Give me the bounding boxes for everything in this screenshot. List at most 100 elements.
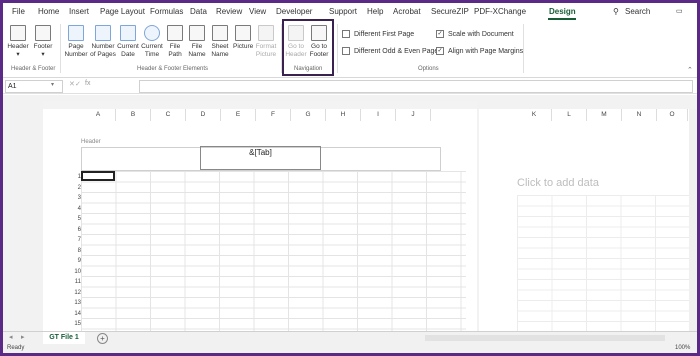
cancel-icon[interactable]: ✕ bbox=[69, 80, 75, 88]
tab-review[interactable]: Review bbox=[216, 7, 242, 16]
selected-cell-a1[interactable] bbox=[81, 171, 115, 181]
insert-function-icon[interactable]: fx bbox=[85, 80, 90, 87]
tab-securezip[interactable]: SecureZIP bbox=[431, 7, 469, 16]
collapse-ribbon-icon[interactable]: ⌃ bbox=[687, 66, 693, 74]
vertical-ruler bbox=[3, 109, 43, 331]
group-options: Options bbox=[418, 66, 439, 72]
row-header[interactable]: 15 bbox=[71, 319, 81, 329]
column-header[interactable]: F bbox=[256, 109, 291, 121]
row-header[interactable]: 1 bbox=[71, 172, 81, 182]
tab-home[interactable]: Home bbox=[38, 7, 59, 16]
align-with-margins-checkbox[interactable]: ✓ Align with Page Margins bbox=[436, 47, 523, 55]
different-odd-even-checkbox[interactable]: Different Odd & Even Pages bbox=[342, 47, 442, 55]
header-center-section[interactable]: &[Tab] bbox=[200, 146, 321, 170]
calendar-icon bbox=[120, 25, 136, 41]
column-header[interactable]: D bbox=[186, 109, 221, 121]
column-header[interactable]: L bbox=[552, 109, 587, 121]
row-header[interactable]: 5 bbox=[71, 214, 81, 224]
search-icon[interactable]: ⚲ bbox=[613, 7, 619, 16]
header-area-label: Header bbox=[81, 139, 101, 145]
scale-with-document-checkbox[interactable]: ✓ Scale with Document bbox=[436, 30, 514, 38]
tab-data[interactable]: Data bbox=[190, 7, 207, 16]
number-of-pages-button[interactable]: Number of Pages bbox=[90, 25, 116, 59]
divider bbox=[337, 24, 338, 73]
tab-help[interactable]: Help bbox=[367, 7, 383, 16]
row-header[interactable]: 8 bbox=[71, 246, 81, 256]
row-header[interactable]: 7 bbox=[71, 235, 81, 245]
different-first-page-checkbox[interactable]: Different First Page bbox=[342, 30, 414, 38]
cell-grid[interactable] bbox=[81, 171, 466, 331]
column-header[interactable]: O bbox=[657, 109, 688, 121]
page-number-icon bbox=[68, 25, 84, 41]
divider bbox=[60, 24, 61, 73]
row-header[interactable]: 6 bbox=[71, 225, 81, 235]
column-header[interactable]: A bbox=[81, 109, 116, 121]
current-time-button[interactable]: Current Time bbox=[141, 25, 163, 59]
checkmark-icon: ✓ bbox=[436, 30, 444, 38]
row-header[interactable]: 2 bbox=[71, 183, 81, 193]
zoom-level[interactable]: 100% bbox=[675, 345, 690, 351]
format-picture-icon bbox=[258, 25, 274, 41]
column-header[interactable]: C bbox=[151, 109, 186, 121]
column-header[interactable]: J bbox=[396, 109, 431, 121]
row-header[interactable]: 4 bbox=[71, 204, 81, 214]
excel-window: File Home Insert Page Layout Formulas Da… bbox=[3, 3, 697, 353]
vertical-scrollbar[interactable] bbox=[689, 109, 697, 331]
sheet-name-button[interactable]: Sheet Name bbox=[209, 25, 231, 59]
tab-file[interactable]: File bbox=[12, 7, 25, 16]
number-of-pages-icon bbox=[95, 25, 111, 41]
header-icon bbox=[10, 25, 26, 41]
column-header[interactable]: N bbox=[622, 109, 657, 121]
picture-icon bbox=[235, 25, 251, 41]
picture-button[interactable]: Picture bbox=[233, 25, 253, 51]
group-elements: Header & Footer Elements bbox=[137, 66, 209, 72]
format-picture-button[interactable]: Format Picture bbox=[254, 25, 278, 59]
column-header[interactable]: M bbox=[587, 109, 622, 121]
tab-developer[interactable]: Developer bbox=[276, 7, 312, 16]
column-header[interactable]: B bbox=[116, 109, 151, 121]
search-label[interactable]: Search bbox=[625, 7, 650, 16]
header-button[interactable]: Header ▾ bbox=[7, 25, 29, 59]
column-header[interactable]: E bbox=[221, 109, 256, 121]
tab-support[interactable]: Support bbox=[329, 7, 357, 16]
tab-view[interactable]: View bbox=[249, 7, 266, 16]
column-header[interactable]: G bbox=[291, 109, 326, 121]
column-header[interactable]: K bbox=[517, 109, 552, 121]
row-header[interactable]: 12 bbox=[71, 288, 81, 298]
file-name-button[interactable]: File Name bbox=[187, 25, 207, 59]
row-header[interactable]: 14 bbox=[71, 309, 81, 319]
add-sheet-icon[interactable]: + bbox=[97, 333, 108, 344]
row-header[interactable]: 9 bbox=[71, 256, 81, 266]
tab-insert[interactable]: Insert bbox=[69, 7, 89, 16]
row-header[interactable]: 10 bbox=[71, 267, 81, 277]
status-bar: Ready 100% bbox=[3, 344, 697, 353]
row-header[interactable]: 3 bbox=[71, 193, 81, 203]
footer-button[interactable]: Footer ▾ bbox=[32, 25, 54, 59]
row-header[interactable]: 11 bbox=[71, 277, 81, 287]
enter-icon[interactable]: ✓ bbox=[75, 80, 81, 88]
tab-acrobat[interactable]: Acrobat bbox=[393, 7, 421, 16]
formula-input[interactable] bbox=[139, 80, 693, 93]
column-header[interactable]: H bbox=[326, 109, 361, 121]
scroll-tabs-left-icon[interactable]: ◂ bbox=[9, 333, 13, 341]
ribbon-display-icon[interactable]: ▭ bbox=[676, 7, 683, 15]
tab-formulas[interactable]: Formulas bbox=[150, 7, 183, 16]
click-to-add-data[interactable]: Click to add data bbox=[517, 177, 599, 189]
active-tab-indicator bbox=[548, 18, 576, 20]
cell-grid-page2[interactable] bbox=[517, 195, 697, 331]
name-box[interactable]: A1 bbox=[5, 80, 63, 93]
page-number-button[interactable]: Page Number bbox=[63, 25, 89, 59]
file-path-button[interactable]: File Path bbox=[165, 25, 185, 59]
column-header[interactable]: I bbox=[361, 109, 396, 121]
name-box-dropdown-icon[interactable]: ▾ bbox=[51, 81, 54, 88]
tab-design[interactable]: Design bbox=[549, 7, 576, 16]
row-header[interactable]: 13 bbox=[71, 298, 81, 308]
current-date-button[interactable]: Current Date bbox=[117, 25, 139, 59]
horizontal-scrollbar[interactable] bbox=[425, 335, 665, 341]
scroll-tabs-right-icon[interactable]: ▸ bbox=[21, 333, 25, 341]
tab-page-layout[interactable]: Page Layout bbox=[100, 7, 145, 16]
status-ready: Ready bbox=[7, 345, 25, 351]
tab-pdf-xchange[interactable]: PDF-XChange bbox=[474, 7, 526, 16]
clock-icon bbox=[144, 25, 160, 41]
sheet-icon bbox=[212, 25, 228, 41]
